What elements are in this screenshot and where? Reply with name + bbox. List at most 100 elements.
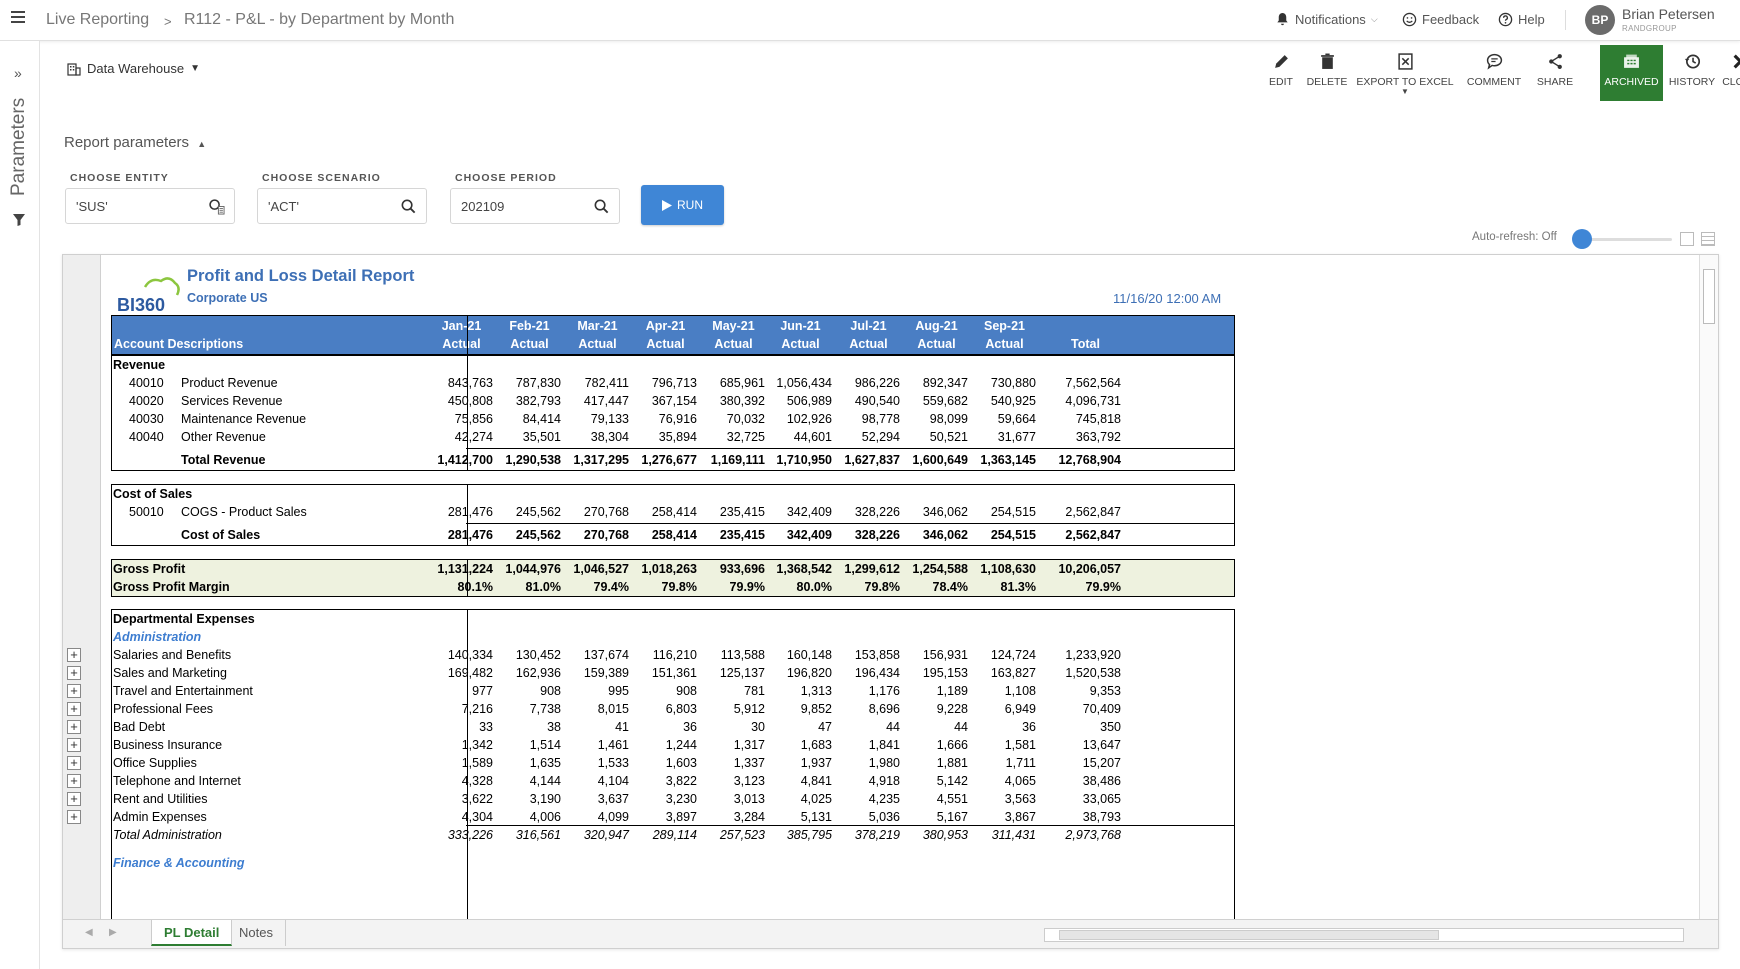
cell-value: 1,046,527 [573,562,629,576]
cell-value: 1,018,263 [641,562,697,576]
account-name: Business Insurance [113,738,223,752]
gross-margin-row: Gross Profit Margin 80.1% 81.0% 79.4% 79.8% 7… [111,577,1235,597]
filter-icon[interactable] [12,213,26,227]
search-icon[interactable] [593,198,610,215]
comment-button[interactable]: COMMENT [1461,46,1527,98]
table-row: 40020 Services Revenue 450,808 382,793 417,4… [111,391,1235,411]
feedback-button[interactable]: Feedback [1402,12,1479,27]
period-field[interactable]: 202109 [450,188,620,224]
account-descriptions-header: Account Descriptions [114,337,244,351]
cell-value: 4,025 [800,792,832,806]
notifications-label: Notifications [1295,12,1366,27]
tab-pl-detail[interactable]: PL Detail [151,920,233,946]
delete-button[interactable]: DELETE [1304,46,1350,98]
cell-value: 986,226 [854,376,900,390]
cell-value: 81.3% [1000,580,1036,594]
cell-value: 30 [751,720,765,734]
avatar[interactable]: BP [1585,5,1615,35]
cell-value: 98,778 [861,412,900,426]
cell-value: 79.4% [593,580,629,594]
data-source-selector[interactable]: Data Warehouse ▼ [67,61,200,76]
run-button[interactable]: RUN [641,185,724,225]
report-parameters-toggle[interactable]: Report parameters ▲ [64,134,206,151]
month-header: Jan-21 [441,319,482,333]
month-header: Sep-21 [984,319,1025,333]
search-icon[interactable] [400,198,417,215]
cell-value: 1,533 [597,756,629,770]
scenario-field[interactable]: 'ACT' [257,188,427,224]
search-list-icon[interactable] [208,198,225,215]
expand-row-button[interactable]: + [67,702,81,716]
scroll-right-icon[interactable]: ▶ [109,927,117,938]
vertical-scrollbar[interactable] [1699,255,1718,919]
breadcrumb-root[interactable]: Live Reporting [46,11,149,29]
cell-value: 163,827 [990,666,1036,680]
cell-value: 3,284 [733,810,765,824]
scenario-label: CHOOSE SCENARIO [262,172,381,184]
archived-button[interactable]: ARCHIVED [1600,45,1663,101]
cell-value: 5,167 [936,810,968,824]
user-name[interactable]: Brian Petersen [1622,6,1715,22]
vertical-scroll-thumb[interactable] [1703,269,1715,324]
expand-row-button[interactable]: + [67,792,81,806]
auto-refresh-toggle[interactable] [1572,229,1592,249]
cell-value: 6,949 [1004,702,1036,716]
cell-value: 80.0% [796,580,832,594]
entity-value: 'SUS' [76,199,108,214]
expand-row-button[interactable]: + [67,738,81,752]
fullscreen-icon[interactable] [1680,232,1694,246]
cell-value: 4,006 [529,810,561,824]
scroll-left-icon[interactable]: ◀ [85,927,93,938]
sidebar-label[interactable]: Parameters [8,98,30,196]
horizontal-scroll-thumb[interactable] [1059,930,1439,940]
cell-value: 1,363,145 [980,453,1036,467]
cell-value: 1,313 [800,684,832,698]
share-icon [1548,54,1562,69]
horizontal-scrollbar[interactable] [1044,928,1684,942]
expand-row-button[interactable]: + [67,648,81,662]
export-to-excel-button[interactable]: EXPORT TO EXCEL ▼ [1353,46,1457,98]
share-label: SHARE [1536,76,1574,88]
account-code: 50010 [129,505,164,519]
scenario-header: Actual [917,337,956,351]
help-button[interactable]: Help [1498,12,1545,27]
account-code: 40040 [129,430,164,444]
account-name: COGS - Product Sales [181,505,307,519]
share-button[interactable]: SHARE [1532,46,1578,98]
cell-value: 4,328 [461,774,493,788]
svg-text:BI360: BI360 [117,295,165,315]
auto-refresh-track[interactable] [1582,238,1672,241]
cell-value: 5,142 [936,774,968,788]
cell-value: 44 [954,720,968,734]
edit-button[interactable]: EDIT [1263,46,1299,98]
report-date: 11/16/20 12:00 AM [1113,291,1222,306]
entity-field[interactable]: 'SUS' [65,188,235,224]
top-bar: Live Reporting > R112 - P&L - by Departm… [0,0,1740,41]
expand-row-button[interactable]: + [67,684,81,698]
expand-chevron-icon[interactable]: » [14,65,22,81]
cell-value: 363,792 [1075,430,1121,444]
cell-value: 781 [744,684,765,698]
month-header: Apr-21 [645,319,686,333]
cell-value: 125,137 [719,666,765,680]
notifications-button[interactable]: Notifications ⌵ [1275,12,1378,27]
grid-view-icon[interactable] [1701,232,1715,246]
cell-value: 4,841 [800,774,832,788]
cell-value: 289,114 [652,828,697,842]
cell-value: 70,409 [1082,702,1121,716]
menu-icon[interactable] [11,11,25,25]
history-button[interactable]: HISTORY [1667,46,1717,98]
expand-row-button[interactable]: + [67,810,81,824]
close-button[interactable]: CLOSE [1720,46,1740,98]
cell-value: 1,683 [800,738,832,752]
table-row: Admin Expenses 4,304 4,006 4,099 3,897 3,284 5… [111,807,1235,827]
expand-row-button[interactable]: + [67,720,81,734]
account-name: Maintenance Revenue [181,412,307,426]
scenario-header: Actual [646,337,685,351]
tab-notes[interactable]: Notes [227,920,286,946]
expand-row-button[interactable]: + [67,666,81,680]
expand-row-button[interactable]: + [67,756,81,770]
cell-value: 258,414 [651,528,697,542]
expand-row-button[interactable]: + [67,774,81,788]
cell-value: 1,711 [1005,756,1036,770]
